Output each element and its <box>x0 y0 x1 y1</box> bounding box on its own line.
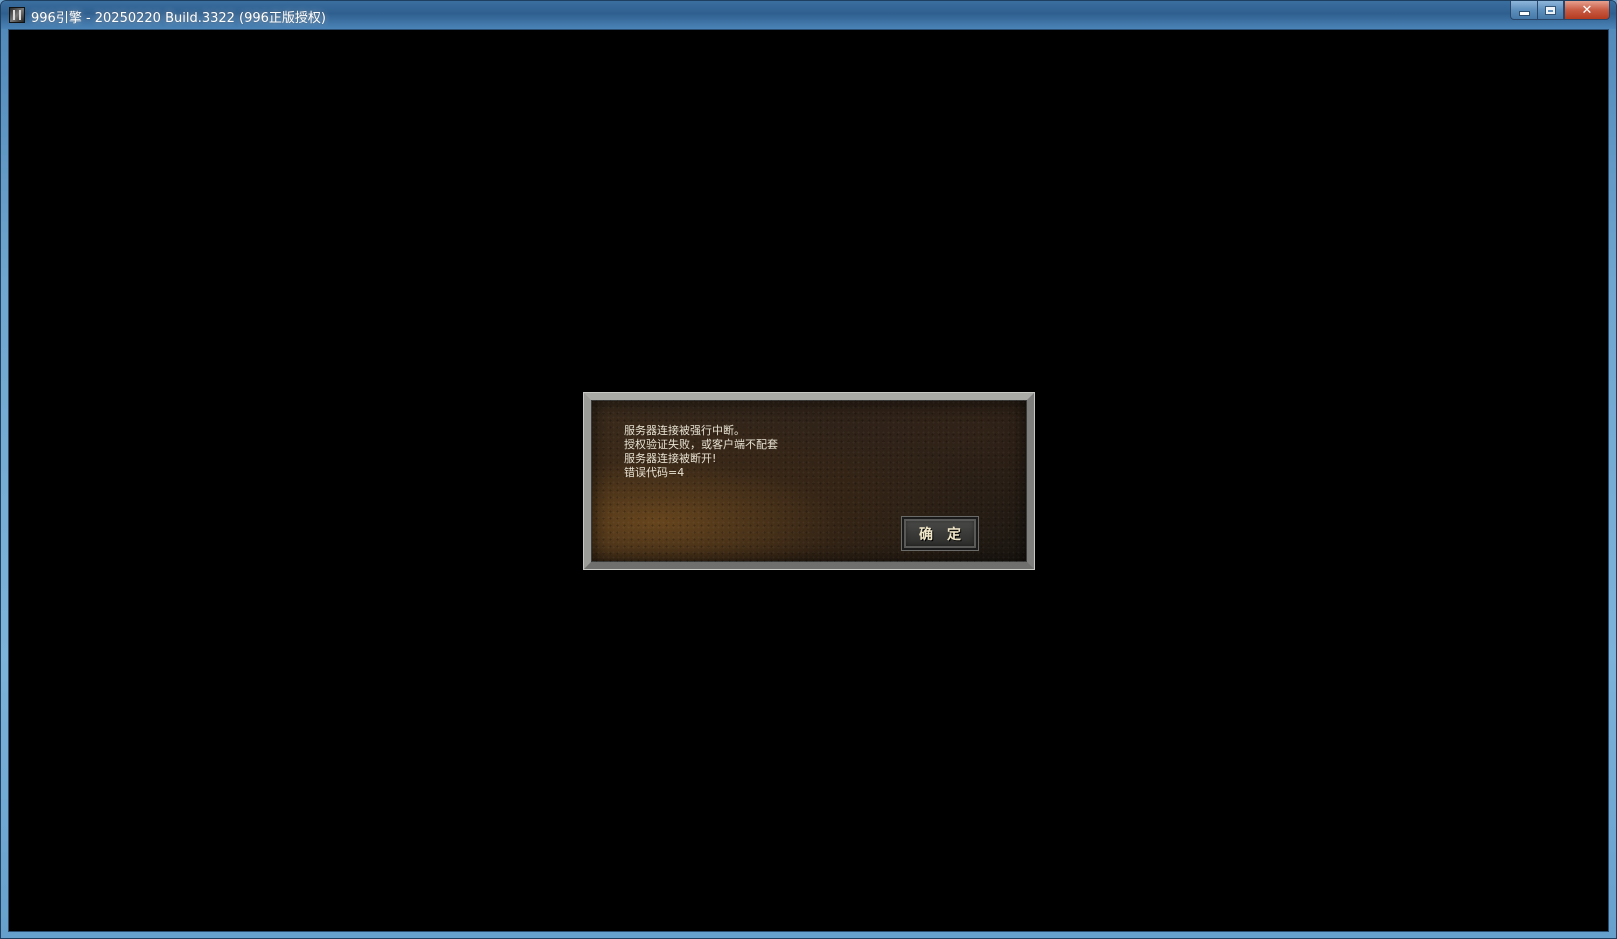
minimize-icon <box>1518 10 1530 16</box>
window-title: 996引擎 - 20250220 Build.3322 (996正版授权) <box>31 11 327 26</box>
message-line-3: 服务器连接被断开! <box>624 452 717 465</box>
maximize-button[interactable] <box>1537 1 1564 20</box>
caption-buttons: ✕ <box>1510 1 1610 21</box>
message-line-1: 服务器连接被强行中断。 <box>624 424 745 437</box>
message-line-2: 授权验证失败，或客户端不配套 <box>624 438 778 451</box>
close-icon: ✕ <box>1581 2 1593 18</box>
close-button[interactable]: ✕ <box>1564 1 1610 20</box>
error-dialog: 服务器连接被强行中断。 授权验证失败，或客户端不配套 服务器连接被断开! 错误代… <box>584 393 1034 569</box>
ok-button[interactable]: 确定 <box>901 516 979 551</box>
error-message: 服务器连接被强行中断。 授权验证失败，或客户端不配套 服务器连接被断开! 错误代… <box>624 424 778 480</box>
maximize-icon <box>1545 5 1556 15</box>
message-line-4: 错误代码=4 <box>624 466 685 479</box>
app-window: 996引擎 - 20250220 Build.3322 (996正版授权) ✕ … <box>0 0 1617 939</box>
title-bar[interactable]: 996引擎 - 20250220 Build.3322 (996正版授权) ✕ <box>1 1 1616 29</box>
game-viewport: 服务器连接被强行中断。 授权验证失败，或客户端不配套 服务器连接被断开! 错误代… <box>8 29 1609 932</box>
minimize-button[interactable] <box>1510 1 1537 20</box>
app-icon[interactable] <box>9 7 25 23</box>
ok-button-label: 确定 <box>919 526 975 543</box>
